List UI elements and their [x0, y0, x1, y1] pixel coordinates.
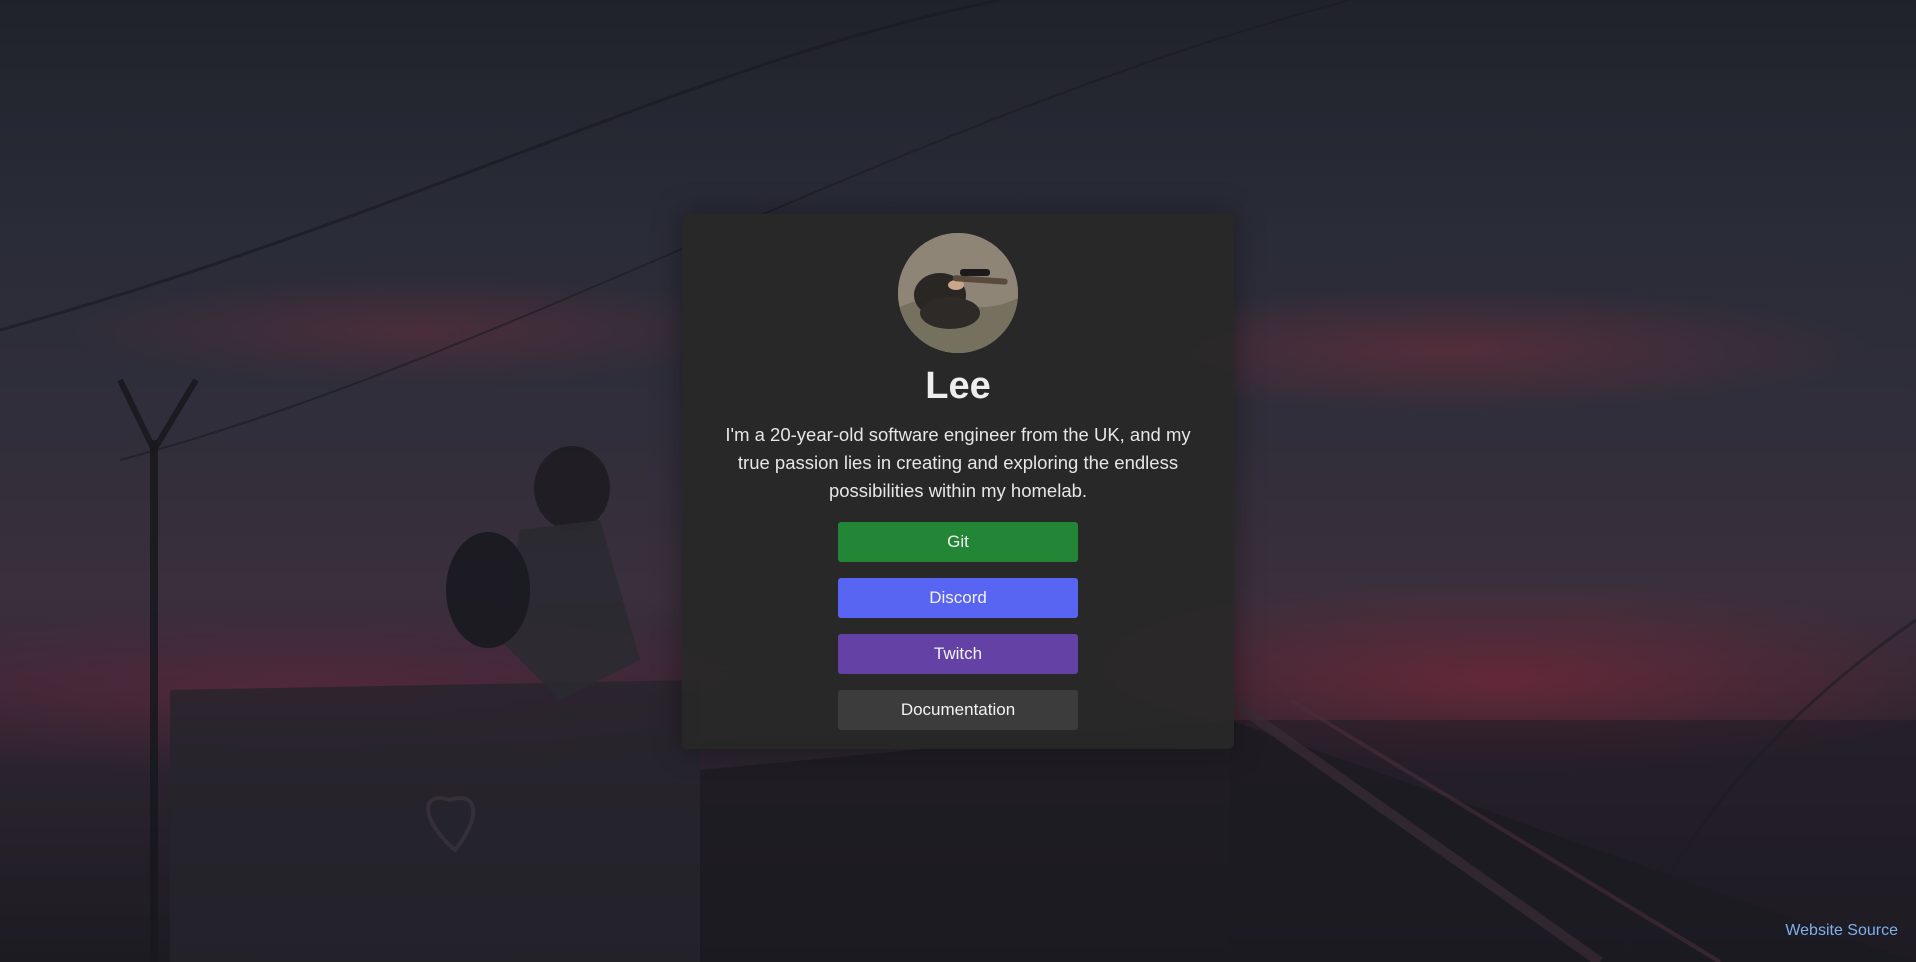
- profile-name: Lee: [925, 365, 991, 407]
- discord-button[interactable]: Discord: [838, 578, 1078, 618]
- documentation-button[interactable]: Documentation: [838, 690, 1078, 730]
- git-button[interactable]: Git: [838, 522, 1078, 562]
- avatar-photo-icon: [898, 233, 1018, 353]
- website-source-link[interactable]: Website Source: [1785, 920, 1898, 942]
- twitch-button[interactable]: Twitch: [838, 634, 1078, 674]
- avatar: [898, 233, 1018, 353]
- profile-card: Lee I'm a 20-year-old software engineer …: [682, 214, 1234, 749]
- profile-bio: I'm a 20-year-old software engineer from…: [725, 424, 1191, 501]
